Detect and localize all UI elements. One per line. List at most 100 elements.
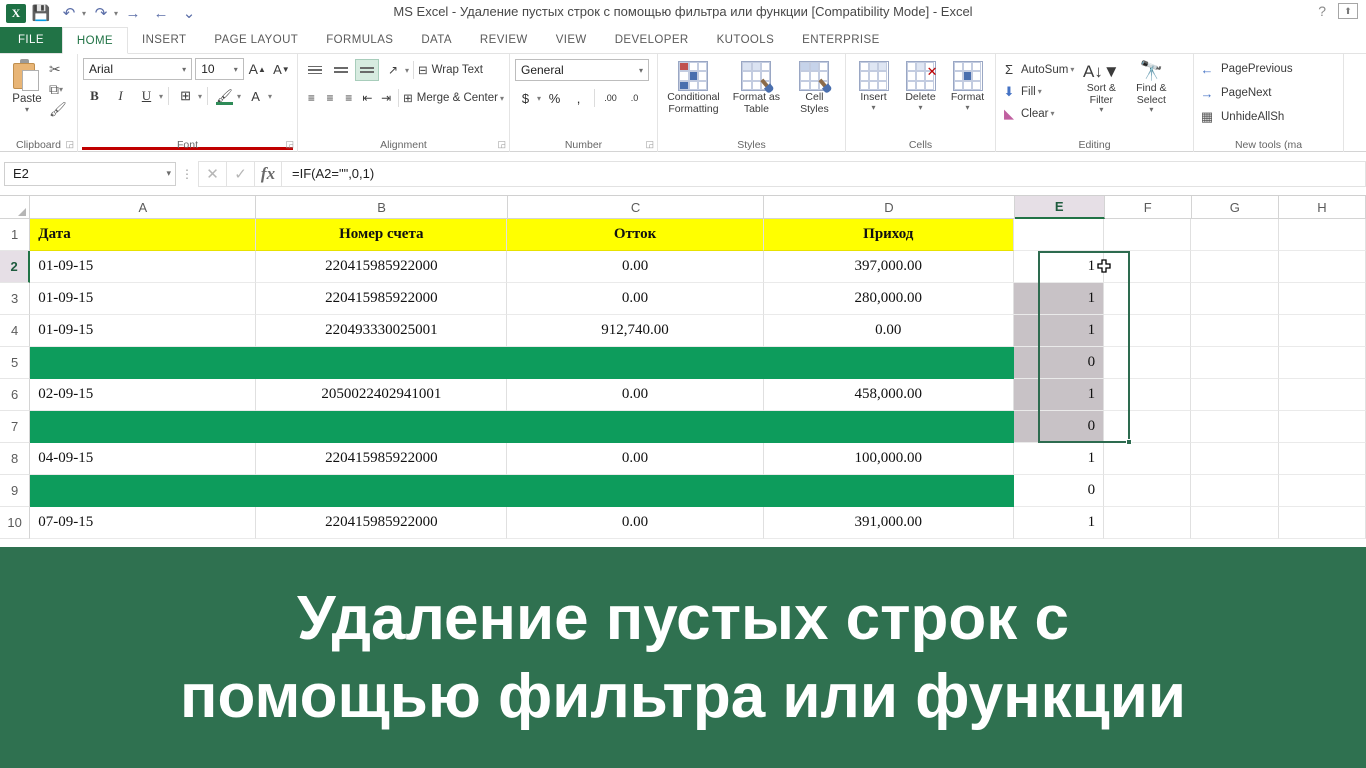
autosum-caret-icon[interactable]: ▾ xyxy=(1070,65,1074,74)
format-cells-caret-icon[interactable]: ▾ xyxy=(965,103,969,113)
tab-insert[interactable]: INSERT xyxy=(128,27,200,53)
cell-e4[interactable]: 1 xyxy=(1013,315,1105,347)
cell-h7[interactable] xyxy=(1278,411,1366,443)
cell-c3[interactable]: 0.00 xyxy=(507,283,764,315)
cell-c10[interactable]: 0.00 xyxy=(507,507,764,539)
tab-developer[interactable]: DEVELOPER xyxy=(601,27,703,53)
insert-cells-button[interactable]: Insert ▾ xyxy=(851,57,896,152)
format-painter-icon[interactable]: 🖌 xyxy=(49,100,67,119)
row-header-3[interactable]: 3 xyxy=(0,283,31,315)
cell-a10[interactable]: 07-09-15 xyxy=(30,507,257,539)
fill-button[interactable]: ⬇ Fill ▾ xyxy=(1001,81,1074,102)
number-format-caret-icon[interactable]: ▾ xyxy=(636,66,646,75)
row-header-7[interactable]: 7 xyxy=(0,411,31,443)
ribbon-display-options-icon[interactable] xyxy=(1338,3,1358,19)
cell-e1[interactable] xyxy=(1013,219,1105,251)
cell-d10[interactable]: 391,000.00 xyxy=(763,507,1014,539)
cell-h9[interactable] xyxy=(1278,475,1366,507)
cell-b5[interactable] xyxy=(256,347,508,379)
align-middle-icon[interactable] xyxy=(329,59,353,81)
cell-g2[interactable] xyxy=(1191,251,1279,283)
cell-h6[interactable] xyxy=(1278,379,1366,411)
tab-kutools[interactable]: KUTOOLS xyxy=(703,27,789,53)
cell-g1[interactable] xyxy=(1191,219,1279,251)
page-next-button[interactable]: → PageNext xyxy=(1199,81,1338,105)
unhide-all-sheets-button[interactable]: ▦ UnhideAllSh xyxy=(1199,105,1338,129)
orientation-icon[interactable]: ↗ xyxy=(381,59,405,81)
insert-function-icon[interactable]: fx xyxy=(254,160,282,187)
cell-f7[interactable] xyxy=(1104,411,1192,443)
column-header-h[interactable]: H xyxy=(1278,196,1366,219)
column-header-d[interactable]: D xyxy=(764,196,1015,219)
cell-d1[interactable]: Приход xyxy=(763,219,1014,251)
cell-h10[interactable] xyxy=(1278,507,1366,539)
cell-c6[interactable]: 0.00 xyxy=(507,379,764,411)
increase-decimal-icon[interactable]: .00 xyxy=(600,87,621,109)
cell-h2[interactable] xyxy=(1278,251,1366,283)
cell-h1[interactable] xyxy=(1278,219,1366,251)
cell-h5[interactable] xyxy=(1278,347,1366,379)
cell-g5[interactable] xyxy=(1191,347,1279,379)
row-header-2[interactable]: 2 xyxy=(0,251,31,283)
wrap-text-button[interactable]: ⊟ Wrap Text xyxy=(418,63,483,77)
paste-button[interactable]: Paste ▾ xyxy=(5,57,49,152)
font-name-combobox[interactable]: Arial ▾ xyxy=(83,58,193,80)
cell-c9[interactable] xyxy=(507,475,764,507)
cell-e2[interactable]: 1 xyxy=(1013,251,1105,283)
increase-font-size-icon[interactable]: A ▲ xyxy=(247,58,268,80)
cell-f5[interactable] xyxy=(1104,347,1192,379)
row-header-10[interactable]: 10 xyxy=(0,507,31,539)
cell-g7[interactable] xyxy=(1191,411,1279,443)
cell-d6[interactable]: 458,000.00 xyxy=(763,379,1014,411)
cell-c1[interactable]: Отток xyxy=(507,219,764,251)
cell-b6[interactable]: 2050022402941001 xyxy=(256,379,508,411)
select-all-corner[interactable] xyxy=(0,196,31,219)
cell-d2[interactable]: 397,000.00 xyxy=(763,251,1014,283)
tab-home[interactable]: HOME xyxy=(61,27,128,54)
cell-c8[interactable]: 0.00 xyxy=(507,443,764,475)
column-header-c[interactable]: C xyxy=(507,196,765,219)
paste-dropdown-caret-icon[interactable]: ▾ xyxy=(5,105,49,114)
clear-button[interactable]: ◣ Clear ▾ xyxy=(1001,103,1074,124)
borders-icon[interactable]: ⊞ xyxy=(174,85,197,107)
align-left-icon[interactable]: ≡ xyxy=(303,87,320,109)
cell-a5[interactable] xyxy=(30,347,257,379)
decrease-indent-icon[interactable]: ⇤ xyxy=(359,87,376,109)
delete-cells-caret-icon[interactable]: ▾ xyxy=(918,103,922,113)
cell-f9[interactable] xyxy=(1104,475,1192,507)
align-bottom-icon[interactable] xyxy=(355,59,379,81)
cell-c5[interactable] xyxy=(507,347,764,379)
cell-g8[interactable] xyxy=(1191,443,1279,475)
cell-b8[interactable]: 220415985922000 xyxy=(256,443,508,475)
cell-b9[interactable] xyxy=(256,475,508,507)
bold-button[interactable]: B xyxy=(83,85,106,107)
copy-icon[interactable]: ⧉ ▾ xyxy=(49,80,67,99)
cell-e6[interactable]: 1 xyxy=(1013,379,1105,411)
cell-d4[interactable]: 0.00 xyxy=(763,315,1014,347)
cell-h3[interactable] xyxy=(1278,283,1366,315)
font-size-combobox[interactable]: 10 ▾ xyxy=(195,58,244,80)
tab-formulas[interactable]: FORMULAS xyxy=(312,27,407,53)
fill-color-icon[interactable]: 🖌 xyxy=(213,85,236,107)
cell-e7[interactable]: 0 xyxy=(1013,411,1105,443)
font-color-caret-icon[interactable]: ▾ xyxy=(268,92,272,101)
cell-c2[interactable]: 0.00 xyxy=(507,251,764,283)
cell-a6[interactable]: 02-09-15 xyxy=(30,379,257,411)
increase-indent-icon[interactable]: ⇥ xyxy=(378,87,395,109)
font-size-caret-icon[interactable]: ▾ xyxy=(231,65,241,74)
cell-b4[interactable]: 220493330025001 xyxy=(256,315,508,347)
cell-b2[interactable]: 220415985922000 xyxy=(256,251,508,283)
merge-center-button[interactable]: ⊞ Merge & Center ▾ xyxy=(403,91,504,105)
formula-input[interactable]: =IF(A2="",0,1) xyxy=(282,160,1366,187)
cell-a8[interactable]: 04-09-15 xyxy=(30,443,257,475)
decrease-font-size-icon[interactable]: A ▼ xyxy=(271,58,292,80)
column-header-e[interactable]: E xyxy=(1014,196,1105,219)
cut-icon[interactable]: ✂ xyxy=(49,60,67,79)
cell-a9[interactable] xyxy=(30,475,257,507)
cell-a2[interactable]: 01-09-15 xyxy=(30,251,257,283)
cell-e3[interactable]: 1 xyxy=(1013,283,1105,315)
cell-e9[interactable]: 0 xyxy=(1013,475,1105,507)
align-top-icon[interactable] xyxy=(303,59,327,81)
name-box[interactable]: E2 ▾ xyxy=(4,161,176,186)
cell-f4[interactable] xyxy=(1104,315,1192,347)
